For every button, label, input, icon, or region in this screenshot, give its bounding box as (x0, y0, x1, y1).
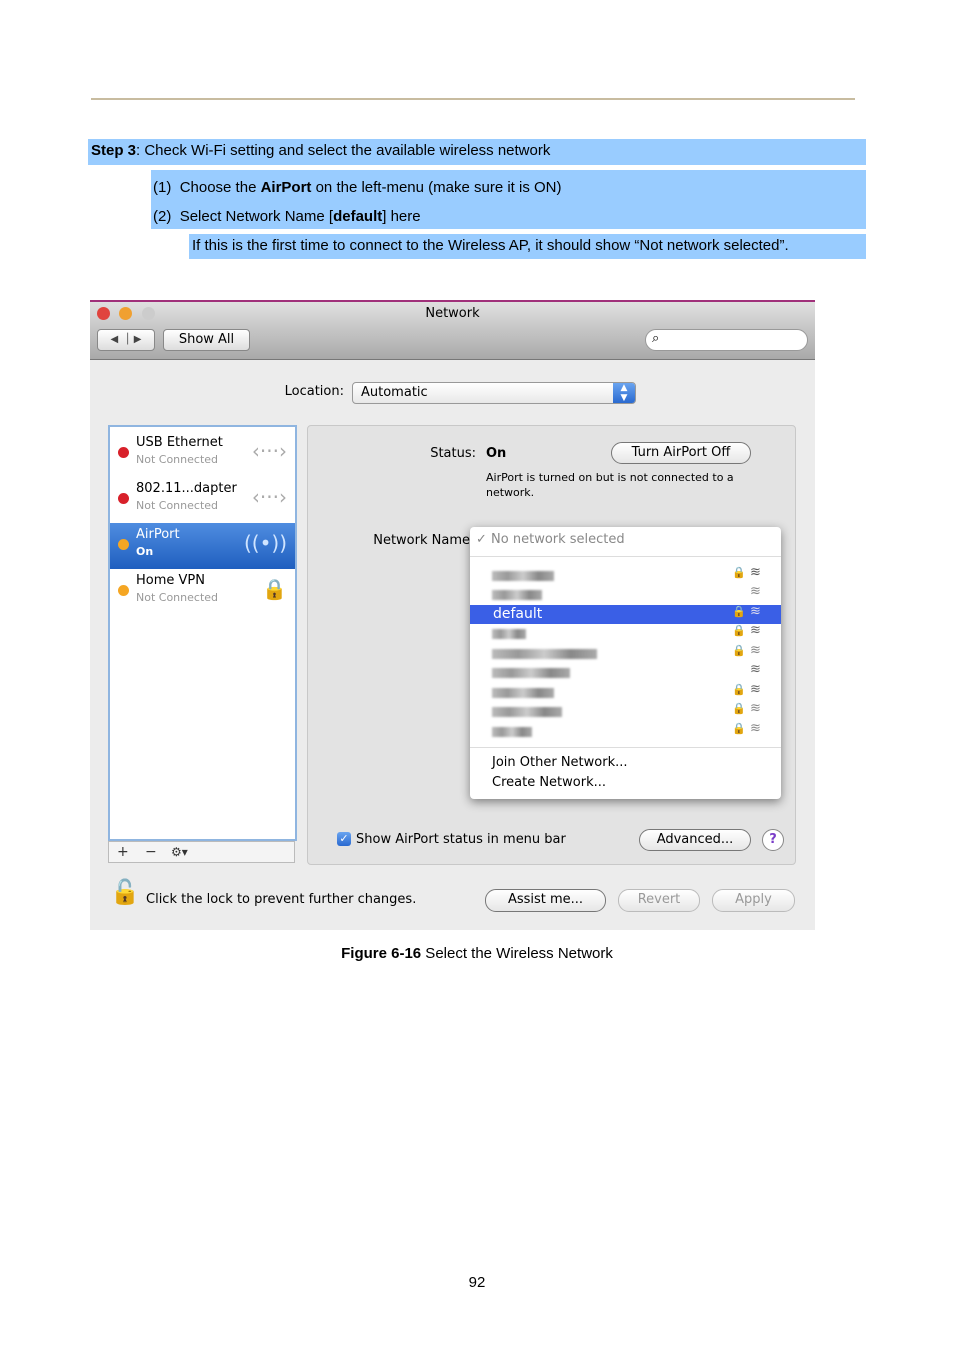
separator (470, 556, 781, 557)
note: If this is the first time to connect to … (189, 234, 866, 259)
back-forward-buttons[interactable]: ◀ │ ▶ (97, 329, 155, 351)
status-value: On (486, 446, 507, 461)
lock-icon: 🔒 (732, 702, 746, 715)
lock-icon: 🔒 (732, 624, 746, 637)
revert-button[interactable]: Revert (618, 889, 700, 912)
status-dot (118, 493, 129, 504)
wifi-icon: ((•)) (243, 531, 287, 555)
window-title: Network (425, 306, 480, 321)
figure-caption: Figure 6-16 Select the Wireless Network (341, 945, 613, 962)
step-heading: Step 3: Check Wi-Fi setting and select t… (88, 139, 866, 165)
network-item[interactable]: 🔒 ≋ (470, 682, 781, 702)
status-dot (118, 447, 129, 458)
title-bar: Network ◀ │ ▶ Show All ⌕ (90, 300, 815, 360)
network-name-menu[interactable]: ✓ No network selected 🔒 ≋ ≋ default 🔒 ≋ 🔒 ≋ … (470, 527, 781, 799)
status-dot (118, 585, 129, 596)
remove-service-button[interactable]: − (145, 842, 157, 862)
create-network-item[interactable]: Create Network... (492, 775, 606, 790)
wifi-signal-icon: ≋ (750, 721, 761, 736)
location-select[interactable]: Automatic ▲ ▼ (352, 382, 636, 404)
service-list: USB Ethernet Not Connected ‹···› 802.11...… (108, 425, 297, 841)
step-item-2: (2) Select Network Name [default] here (153, 208, 421, 225)
lock-icon: 🔒 (732, 566, 746, 579)
join-other-network-item[interactable]: Join Other Network... (492, 755, 628, 770)
show-status-checkbox[interactable]: ✓ (337, 832, 351, 846)
network-item[interactable]: ≋ (470, 662, 781, 682)
separator (470, 747, 781, 748)
add-service-button[interactable]: + (117, 842, 129, 862)
list-toolbar: + − ⚙▾ (108, 841, 295, 863)
wifi-signal-icon: ≋ (750, 701, 761, 716)
wifi-signal-icon: ≋ (750, 623, 761, 638)
lock-text: Click the lock to prevent further change… (146, 892, 417, 907)
service-home-vpn[interactable]: Home VPN Not Connected 🔒 (110, 569, 295, 615)
service-usb-ethernet[interactable]: USB Ethernet Not Connected ‹···› (110, 431, 295, 477)
lock-icon: 🔒 (732, 605, 746, 618)
location-label: Location: (284, 384, 344, 399)
step-items: (1) Choose the AirPort on the left-menu … (151, 170, 866, 229)
search-input[interactable]: ⌕ (645, 329, 808, 351)
network-item[interactable]: 🔒 ≋ (470, 721, 781, 741)
advanced-button[interactable]: Advanced... (639, 829, 751, 851)
step-item-1: (1) Choose the AirPort on the left-menu … (153, 179, 562, 196)
vpn-lock-icon: 🔒 (262, 577, 287, 601)
page-number: 92 (468, 1274, 486, 1291)
search-icon: ⌕ (652, 331, 660, 346)
network-name-label: Network Name (373, 533, 470, 548)
step-label: Step 3 (91, 142, 137, 159)
turn-airport-off-button[interactable]: Turn AirPort Off (611, 442, 751, 464)
wifi-signal-icon: ≋ (750, 565, 761, 580)
current-network[interactable]: ✓ No network selected (476, 532, 625, 547)
step-text: : Check Wi-Fi setting and select the ava… (136, 142, 551, 159)
gear-icon[interactable]: ⚙▾ (171, 842, 188, 862)
wifi-signal-icon: ≋ (750, 682, 761, 697)
service-airport[interactable]: AirPort On ((•)) (110, 523, 295, 569)
wifi-signal-icon: ≋ (750, 604, 761, 619)
status-description: AirPort is turned on but is not connecte… (486, 471, 734, 499)
header-rule (91, 98, 855, 100)
status-label: Status: (430, 446, 476, 461)
show-status-label: Show AirPort status in menu bar (356, 832, 566, 847)
wifi-signal-icon: ≋ (750, 662, 761, 677)
lock-icon: 🔒 (732, 644, 746, 657)
network-item[interactable]: ≋ (470, 584, 781, 604)
network-item[interactable]: 🔒 ≋ (470, 643, 781, 663)
show-all-button[interactable]: Show All (163, 329, 250, 351)
ethernet-icon: ‹···› (251, 439, 287, 463)
lock-open-icon[interactable]: 🔓 (110, 878, 140, 906)
status-dot (118, 539, 129, 550)
chevron-updown-icon: ▲ ▼ (613, 383, 635, 403)
lock-icon: 🔒 (732, 683, 746, 696)
location-value: Automatic (361, 385, 428, 400)
network-item[interactable]: 🔒 ≋ (470, 565, 781, 585)
network-item[interactable]: 🔒 ≋ (470, 701, 781, 721)
wifi-signal-icon: ≋ (750, 584, 761, 599)
network-preferences-screenshot: Network ◀ │ ▶ Show All ⌕ Location: Autom… (90, 300, 815, 930)
service-802-11-adapter[interactable]: 802.11...dapter Not Connected ‹···› (110, 477, 295, 523)
lock-icon: 🔒 (732, 722, 746, 735)
apply-button[interactable]: Apply (712, 889, 795, 912)
assist-me-button[interactable]: Assist me... (485, 889, 606, 912)
checkmark-icon: ✓ (476, 532, 487, 547)
wifi-signal-icon: ≋ (750, 643, 761, 658)
help-button[interactable]: ? (762, 829, 784, 851)
network-item-default[interactable]: default 🔒 ≋ (470, 604, 781, 624)
network-item[interactable]: 🔒 ≋ (470, 623, 781, 643)
ethernet-icon: ‹···› (251, 485, 287, 509)
